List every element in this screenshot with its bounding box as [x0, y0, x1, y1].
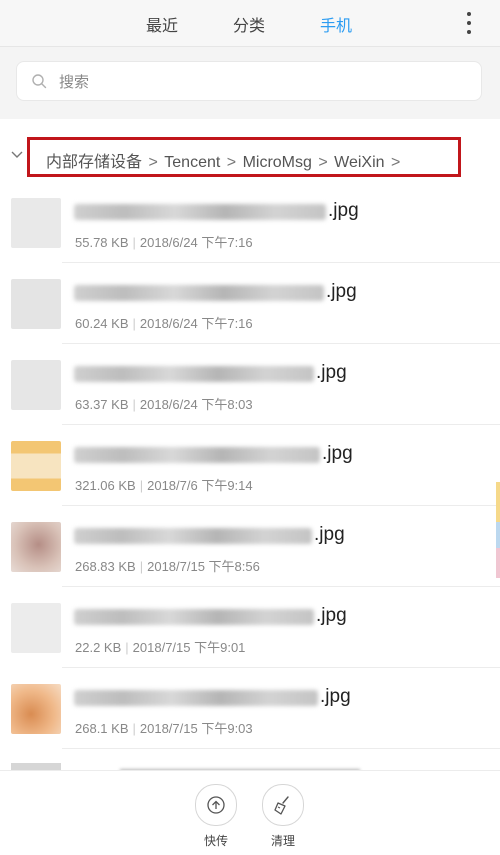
bottom-action-bar: 快传 清理 [0, 770, 500, 855]
file-date: 2018/6/24 下午7:16 [139, 235, 253, 250]
file-size: 63.37 KB [75, 397, 129, 412]
file-row[interactable]: .jpg 22.2 KB | 2018/7/15 下午9:01 [0, 587, 500, 668]
file-meta: 60.24 KB | 2018/6/24 下午7:16 [75, 316, 253, 331]
search-input[interactable] [57, 62, 461, 102]
search-icon [32, 74, 47, 89]
file-row[interactable]: .jpg 268.1 KB | 2018/7/15 下午9:03 [0, 668, 500, 749]
file-size: 22.2 KB [75, 640, 122, 655]
breadcrumb: 内部存储设备 > Tencent > MicroMsg > WeiXin > [0, 130, 500, 180]
file-meta: 63.37 KB | 2018/6/24 下午8:03 [75, 397, 253, 412]
edge-strip-pink [496, 548, 500, 578]
breadcrumb-item-internal-storage[interactable]: 内部存储设备 [46, 154, 142, 171]
breadcrumb-item-micromsg[interactable]: MicroMsg [243, 154, 312, 171]
file-date: 2018/7/6 下午9:14 [147, 478, 253, 493]
quick-transfer-label: 快传 [203, 834, 228, 848]
file-thumbnail [11, 603, 61, 653]
file-meta: 22.2 KB | 2018/7/15 下午9:01 [75, 640, 246, 655]
file-row[interactable]: .jpg 321.06 KB | 2018/7/6 下午9:14 [0, 425, 500, 506]
tab-category[interactable]: 分类 [233, 12, 265, 36]
file-thumbnail [11, 684, 61, 734]
file-list: .jpg 55.78 KB | 2018/6/24 下午7:16 .jpg 60.2… [0, 182, 500, 749]
tab-phone[interactable]: 手机 [320, 12, 352, 36]
file-extension: .jpg [322, 443, 353, 464]
file-extension: .jpg [314, 524, 345, 545]
quick-transfer-button[interactable]: 快传 [188, 784, 244, 849]
clean-up-label: 清理 [270, 834, 295, 848]
file-meta: 268.1 KB | 2018/7/15 下午9:03 [75, 721, 253, 736]
file-thumbnail [11, 198, 61, 248]
file-row[interactable]: .jpg 60.24 KB | 2018/6/24 下午7:16 [0, 263, 500, 344]
breadcrumb-path: 内部存储设备 > Tencent > MicroMsg > WeiXin > [46, 148, 402, 172]
breadcrumb-item-tencent[interactable]: Tencent [164, 154, 220, 171]
breadcrumb-item-weixin[interactable]: WeiXin [334, 154, 384, 171]
search-area [0, 47, 500, 119]
file-thumbnail [11, 279, 61, 329]
more-options-icon[interactable] [466, 12, 472, 34]
file-date: 2018/7/15 下午8:56 [147, 559, 260, 574]
file-date: 2018/6/24 下午7:16 [139, 316, 253, 331]
breadcrumb-highlight-box: 内部存储设备 > Tencent > MicroMsg > WeiXin > [27, 137, 461, 177]
clean-up-button[interactable]: 清理 [255, 784, 311, 849]
file-date: 2018/7/15 下午9:03 [139, 721, 253, 736]
file-thumbnail [11, 441, 61, 491]
file-thumbnail [11, 522, 61, 572]
file-row[interactable]: .jpg 63.37 KB | 2018/6/24 下午8:03 [0, 344, 500, 425]
file-meta: 268.83 KB | 2018/7/15 下午8:56 [75, 559, 260, 574]
chevron-down-icon[interactable] [10, 150, 24, 160]
breadcrumb-separator: > [226, 154, 237, 171]
edge-strip-yellow [496, 482, 500, 522]
file-row[interactable]: .jpg 268.83 KB | 2018/7/15 下午8:56 [0, 506, 500, 587]
file-size: 60.24 KB [75, 316, 129, 331]
file-size: 321.06 KB [75, 478, 136, 493]
file-extension: .jpg [320, 686, 351, 707]
tab-recent[interactable]: 最近 [146, 12, 178, 36]
file-extension: .jpg [316, 362, 347, 383]
breadcrumb-separator: > [148, 154, 158, 171]
file-date: 2018/7/15 下午9:01 [132, 640, 246, 655]
file-extension: .jpg [316, 605, 347, 626]
file-date: 2018/6/24 下午8:03 [139, 397, 253, 412]
edge-strip-blue [496, 522, 500, 548]
breadcrumb-separator: > [391, 154, 401, 171]
search-box [16, 61, 482, 102]
file-extension: .jpg [328, 200, 359, 221]
file-size: 268.83 KB [75, 559, 136, 574]
top-tab-bar: 最近 分类 手机 [0, 0, 500, 47]
file-extension: .jpg [326, 281, 357, 302]
file-meta: 321.06 KB | 2018/7/6 下午9:14 [75, 478, 253, 493]
broom-icon [262, 784, 304, 826]
file-meta: 55.78 KB | 2018/6/24 下午7:16 [75, 235, 253, 250]
upload-circle-icon [195, 784, 237, 826]
file-size: 268.1 KB [75, 721, 129, 736]
file-thumbnail [11, 360, 61, 410]
file-size: 55.78 KB [75, 235, 129, 250]
breadcrumb-separator: > [318, 154, 328, 171]
file-row[interactable]: .jpg 55.78 KB | 2018/6/24 下午7:16 [0, 182, 500, 263]
